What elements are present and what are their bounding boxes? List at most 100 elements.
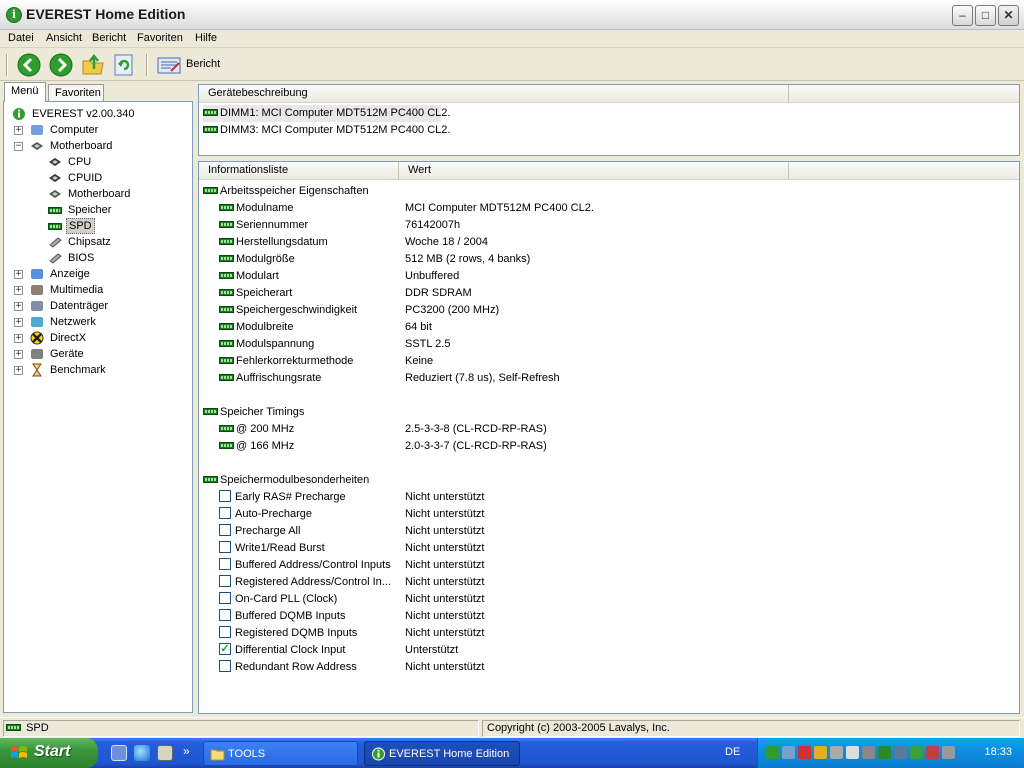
minimize-button[interactable]: – [952, 5, 973, 26]
expand-icon[interactable]: + [14, 270, 23, 279]
feature-row[interactable]: Write1/Read Burst Nicht unterstützt [219, 540, 999, 557]
feature-row[interactable]: Buffered Address/Control Inputs Nicht unt… [219, 557, 999, 574]
feature-row[interactable]: Early RAS# Precharge Nicht unterstützt [219, 489, 999, 506]
property-row[interactable]: @ 200 MHz 2.5-3-3-8 (CL-RCD-RP-RAS) [219, 421, 999, 438]
taskbar-item-tools[interactable]: TOOLS [203, 741, 358, 766]
forward-icon[interactable] [49, 53, 73, 77]
sound-tray-icon[interactable] [846, 746, 859, 759]
property-row[interactable]: Modulbreite 64 bit [219, 319, 999, 336]
app-tray-icon[interactable] [862, 746, 875, 759]
column-header-geraetebeschreibung[interactable]: Gerätebeschreibung [199, 85, 789, 103]
taskbar-item-everest[interactable]: EVEREST Home Edition [364, 741, 520, 766]
feature-row[interactable]: Auto-Precharge Nicht unterstützt [219, 506, 999, 523]
tab-menu[interactable]: Menü [4, 82, 46, 102]
memory-icon [219, 373, 234, 381]
network-tray-icon[interactable] [782, 746, 795, 759]
menu-hilfe[interactable]: Hilfe [195, 32, 217, 44]
property-value: Keine [405, 355, 434, 367]
chip-icon [48, 251, 62, 265]
property-row[interactable]: Modulname MCI Computer MDT512M PC400 CL2. [219, 200, 999, 217]
status-page-label: SPD [26, 722, 49, 734]
misc-tray-icon[interactable] [942, 746, 955, 759]
quicklaunch-chevron[interactable]: » [183, 744, 190, 758]
expand-icon[interactable]: + [14, 302, 23, 311]
property-row[interactable]: Seriennummer 76142007h [219, 217, 999, 234]
connection-tray-icon[interactable] [830, 746, 843, 759]
feature-row[interactable]: Buffered DQMB Inputs Nicht unterstützt [219, 608, 999, 625]
property-row[interactable]: Modulgröße 512 MB (2 rows, 4 banks) [219, 251, 999, 268]
property-row[interactable]: Speicherart DDR SDRAM [219, 285, 999, 302]
feature-row[interactable]: Precharge All Nicht unterstützt [219, 523, 999, 540]
property-row[interactable]: Auffrischungsrate Reduziert (7.8 us), Sel… [219, 370, 999, 387]
antivirus-tray-icon[interactable] [798, 746, 811, 759]
system-tray: 18:33 [757, 738, 1024, 768]
expand-icon[interactable]: + [14, 318, 23, 327]
clock[interactable]: 18:33 [984, 746, 1012, 758]
memory-icon [219, 288, 234, 296]
expand-icon[interactable]: + [14, 286, 23, 295]
devices-icon [30, 347, 44, 361]
menu-bericht[interactable]: Bericht [92, 32, 126, 44]
checkbox-unchecked-icon [219, 609, 231, 622]
property-row[interactable]: @ 166 MHz 2.0-3-3-7 (CL-RCD-RP-RAS) [219, 438, 999, 455]
maximize-button[interactable]: □ [975, 5, 996, 26]
collapse-icon[interactable]: − [14, 142, 23, 151]
tab-favoriten[interactable]: Favoriten [48, 84, 104, 102]
up-folder-icon[interactable] [81, 53, 105, 77]
property-value: Nicht unterstützt [405, 627, 485, 639]
property-row[interactable]: Fehlerkorrekturmethode Keine [219, 353, 999, 370]
expand-icon[interactable]: + [14, 366, 23, 375]
feature-row[interactable]: ✓ Differential Clock Input Unterstützt [219, 642, 999, 659]
everest-tray-icon[interactable] [766, 746, 779, 759]
expand-icon[interactable]: + [14, 334, 23, 343]
property-value: Nicht unterstützt [405, 593, 485, 605]
close-button[interactable]: ✕ [998, 5, 1019, 26]
property-name: Modulart [219, 268, 279, 285]
sync-tray-icon[interactable] [910, 746, 923, 759]
show-desktop-icon[interactable] [111, 745, 127, 761]
menu-ansicht[interactable]: Ansicht [46, 32, 82, 44]
start-button[interactable]: Start [0, 738, 98, 768]
feature-row[interactable]: Registered DQMB Inputs Nicht unterstützt [219, 625, 999, 642]
refresh-icon[interactable] [112, 53, 136, 77]
report-button-label[interactable]: Bericht [186, 58, 220, 70]
expand-icon[interactable]: + [14, 350, 23, 359]
column-header-wert[interactable]: Wert [399, 162, 789, 180]
device-item-dimm1[interactable]: DIMM1: MCI Computer MDT512M PC400 CL2. [203, 105, 450, 122]
cpu-icon [48, 171, 62, 185]
memory-icon [48, 203, 62, 217]
memory-icon [219, 339, 234, 347]
property-value: 64 bit [405, 321, 432, 333]
computer-icon [30, 123, 44, 137]
property-row[interactable]: Modulspannung SSTL 2.5 [219, 336, 999, 353]
safely-remove-tray-icon[interactable] [926, 746, 939, 759]
taskbar: Start » TOOLS EVEREST Home Edition DE 18… [0, 738, 1024, 768]
update-tray-icon[interactable] [878, 746, 891, 759]
expand-icon[interactable]: + [14, 126, 23, 135]
property-row[interactable]: Herstellungsdatum Woche 18 / 2004 [219, 234, 999, 251]
property-name: Modulbreite [219, 319, 293, 336]
tree-item-label: Datenträger [50, 300, 109, 312]
status-copyright: Copyright (c) 2003-2005 Lavalys, Inc. [482, 720, 1020, 737]
toolbar: Bericht [0, 49, 1024, 81]
feature-row[interactable]: Redundant Row Address Nicht unterstützt [219, 659, 999, 676]
menu-favoriten[interactable]: Favoriten [137, 32, 183, 44]
feature-row[interactable]: Registered Address/Control In... Nicht un… [219, 574, 999, 591]
language-indicator[interactable]: DE [725, 746, 740, 758]
column-header-informationsliste[interactable]: Informationsliste [199, 162, 399, 180]
property-row[interactable]: Modulart Unbuffered [219, 268, 999, 285]
menu-datei[interactable]: Datei [8, 32, 34, 44]
device-item-dimm3[interactable]: DIMM3: MCI Computer MDT512M PC400 CL2. [203, 122, 450, 139]
property-value: Nicht unterstützt [405, 559, 485, 571]
property-row[interactable]: Speichergeschwindigkeit PC3200 (200 MHz) [219, 302, 999, 319]
feature-row[interactable]: On-Card PLL (Clock) Nicht unterstützt [219, 591, 999, 608]
taskbar-item-label: TOOLS [228, 748, 266, 760]
security-tray-icon[interactable] [814, 746, 827, 759]
back-icon[interactable] [17, 53, 41, 77]
explorer-icon[interactable] [157, 745, 173, 761]
internet-explorer-icon[interactable] [134, 745, 150, 761]
memory-icon [219, 254, 234, 262]
report-icon[interactable] [157, 53, 181, 77]
display-tray-icon[interactable] [894, 746, 907, 759]
toolbar-separator [146, 54, 148, 76]
